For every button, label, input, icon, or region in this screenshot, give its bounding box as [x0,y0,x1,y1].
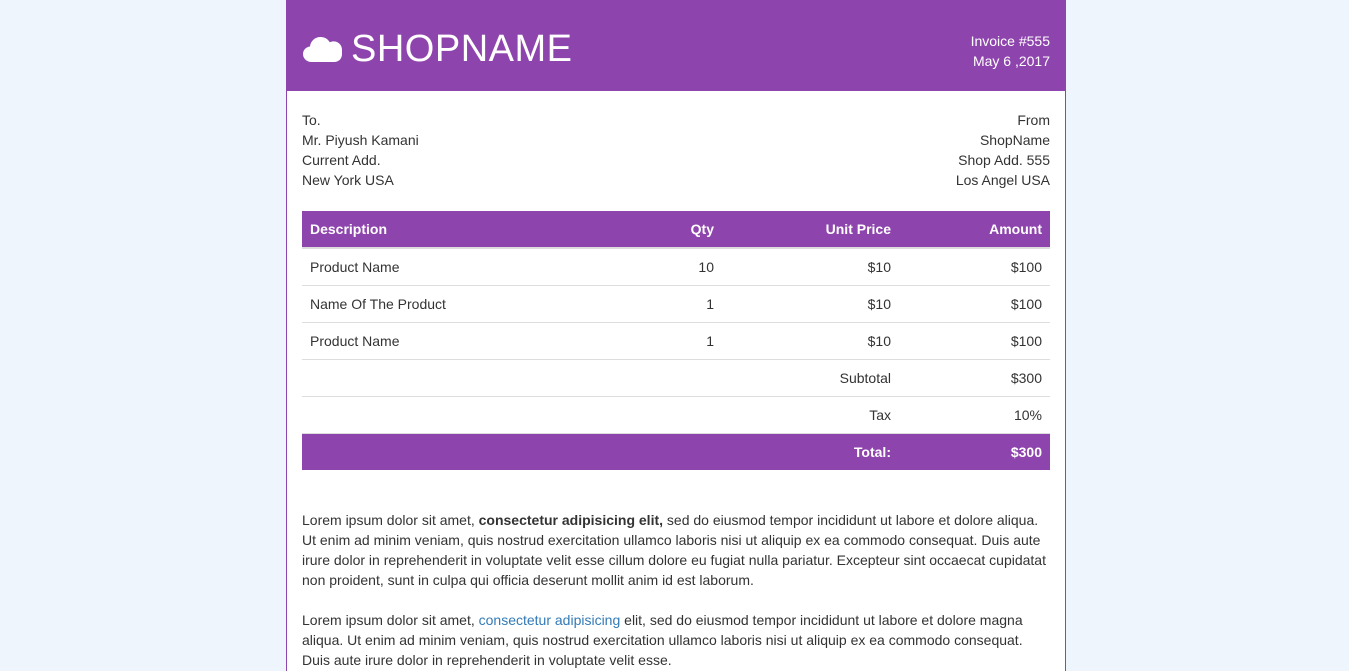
notes-bold-text: consectetur adipisicing elit, [478,512,664,528]
item-qty: 1 [628,285,722,323]
from-name: ShopName [979,132,1050,148]
col-description: Description [302,211,628,249]
item-description: Product Name [302,247,628,286]
item-amount: $100 [899,285,1050,323]
item-amount: $100 [899,247,1050,286]
invoice-sheet: SHOPNAME Invoice #555 May 6 ,2017 To. Mr… [286,0,1066,671]
notes-link[interactable]: consectetur adipisicing [479,612,621,628]
table-header-row: Description Qty Unit Price Amount [302,211,1050,249]
item-description: Product Name [302,322,628,360]
item-amount: $100 [899,322,1050,360]
cloud-icon [303,37,342,62]
from-line2: Los Angel USA [955,172,1050,188]
subtotal-row: Subtotal $300 [302,359,1050,397]
from-line1: Shop Add. 555 [958,152,1050,168]
item-unit-price: $10 [722,322,899,360]
invoice-notes: Lorem ipsum dolor sit amet, consectetur … [302,510,1050,671]
to-line2: New York USA [302,172,394,188]
empty-cell [628,396,722,434]
empty-cell [302,433,628,470]
invoice-date: May 6 ,2017 [972,53,1050,69]
total-row: Total: $300 [302,433,1050,470]
recipient-address: To. Mr. Piyush Kamani Current Add. New Y… [302,110,419,190]
subtotal-value: $300 [899,359,1050,397]
notes-text: Lorem ipsum dolor sit amet, [302,512,479,528]
item-qty: 10 [628,247,722,286]
empty-cell [628,433,722,470]
tax-value: 10% [899,396,1050,434]
item-unit-price: $10 [722,285,899,323]
total-label: Total: [722,433,899,470]
sender-address: From ShopName Shop Add. 555 Los Angel US… [956,110,1050,190]
item-qty: 1 [628,322,722,360]
col-qty: Qty [628,211,722,249]
to-name: Mr. Piyush Kamani [302,132,419,148]
total-value: $300 [899,433,1050,470]
table-row: Name Of The Product 1 $10 $100 [302,285,1050,323]
invoice-number: Invoice #555 [970,33,1050,49]
notes-paragraph: Lorem ipsum dolor sit amet, consectetur … [302,610,1050,670]
empty-cell [302,359,628,397]
brand-name: SHOPNAME [351,28,573,70]
empty-cell [302,396,628,434]
table-row: Product Name 1 $10 $100 [302,322,1050,360]
tax-label: Tax [722,396,899,434]
empty-cell [628,359,722,397]
notes-text: Lorem ipsum dolor sit amet, [302,612,479,628]
to-label: To. [302,112,321,128]
tax-row: Tax 10% [302,396,1050,434]
col-amount: Amount [899,211,1050,249]
invoice-table: Description Qty Unit Price Amount Produc… [302,211,1050,470]
invoice-header: SHOPNAME Invoice #555 May 6 ,2017 [287,0,1065,91]
notes-paragraph: Lorem ipsum dolor sit amet, consectetur … [302,510,1050,590]
from-label: From [1017,112,1050,128]
table-row: Product Name 10 $10 $100 [302,247,1050,286]
subtotal-label: Subtotal [722,359,899,397]
invoice-meta: Invoice #555 May 6 ,2017 [971,31,1050,71]
item-description: Name Of The Product [302,285,628,323]
to-line1: Current Add. [302,152,381,168]
item-unit-price: $10 [722,247,899,286]
col-unit-price: Unit Price [722,211,899,249]
